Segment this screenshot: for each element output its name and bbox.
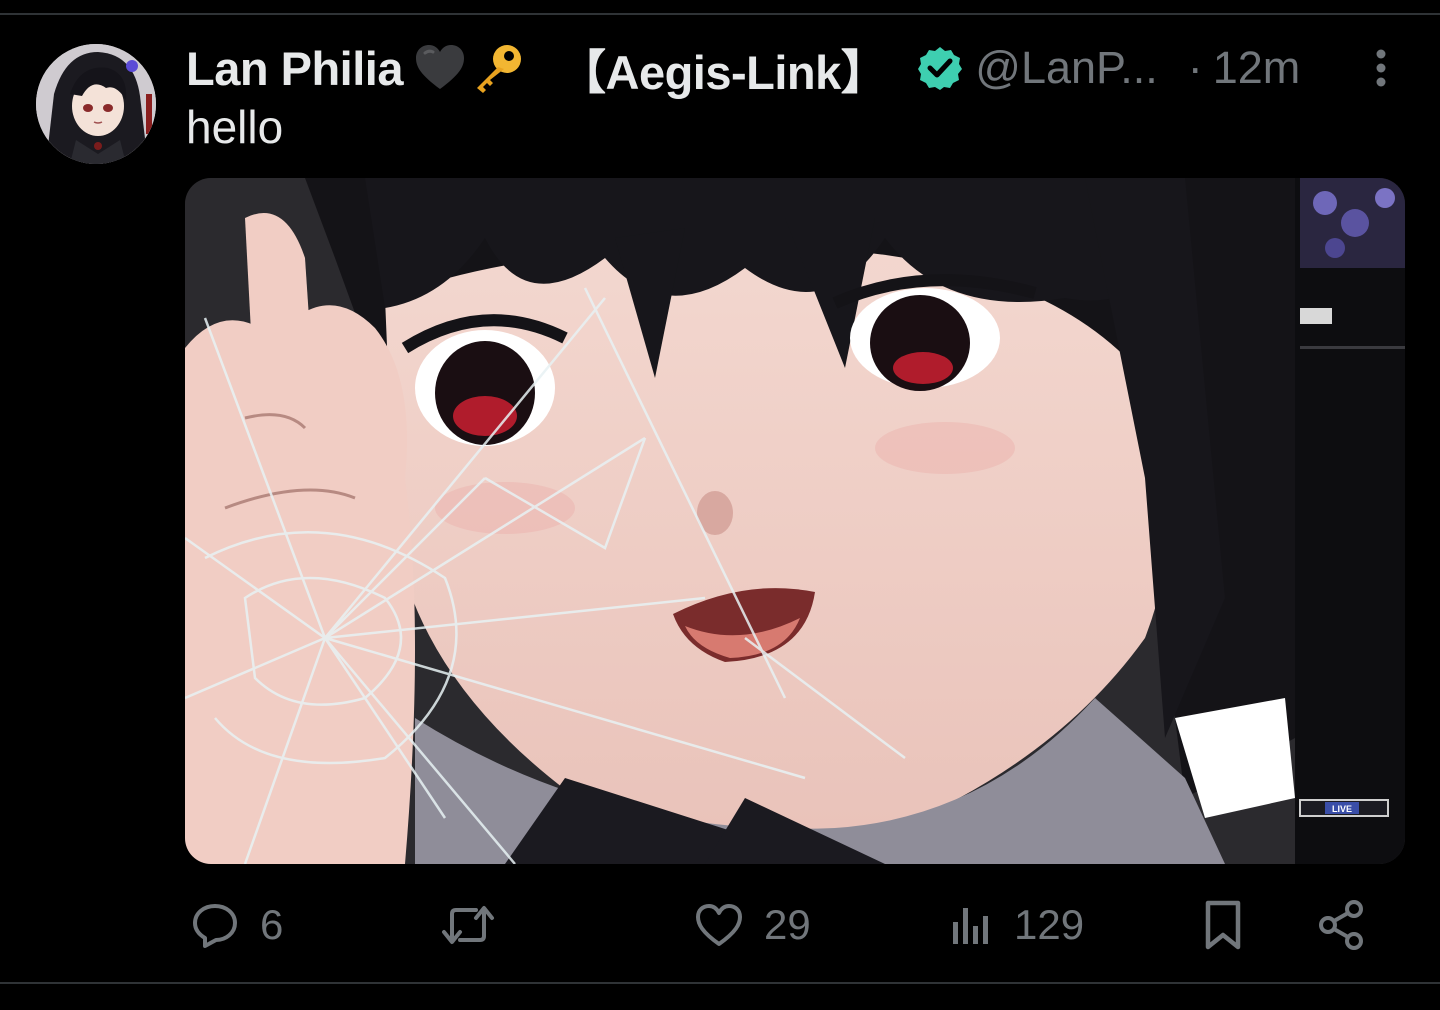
avatar-image [36,44,156,164]
timestamp[interactable]: 12m [1213,42,1301,94]
more-options-icon[interactable] [1364,46,1398,90]
retweet-button[interactable] [440,890,516,960]
live-badge-label: LIVE [1332,804,1352,814]
like-count: 29 [764,901,811,948]
heart-icon [696,904,742,946]
top-divider [0,13,1440,15]
tweet-text: hello [186,101,284,153]
tweet-actions: 6 29 129 [0,890,1440,960]
reply-icon [193,904,237,948]
verified-badge-icon[interactable] [917,45,963,91]
bookmark-button[interactable] [1202,890,1244,960]
author-handle[interactable]: @LanP... [975,42,1157,94]
bottom-divider [0,982,1440,984]
bookmark-icon [1205,900,1241,950]
reply-count: 6 [260,901,284,948]
views-count: 129 [1014,901,1085,948]
black-heart-icon [413,41,467,95]
share-button[interactable] [1318,890,1366,960]
author-affiliation[interactable]: 【Aegis-Link】 [559,34,888,103]
key-icon [471,41,525,95]
share-icon [1319,900,1363,950]
retweet-icon [442,906,494,944]
tweet-media[interactable]: LIVE [185,178,1405,864]
like-button[interactable]: 29 [694,890,811,960]
author-display-name[interactable]: Lan Philia [186,41,404,96]
separator-dot: · [1187,42,1203,93]
anime-girl-broken-glass-image: LIVE [185,178,1405,864]
views-button[interactable]: 129 [948,890,1084,960]
reply-button[interactable]: 6 [190,890,283,960]
avatar[interactable] [36,44,156,164]
views-icon [953,908,988,944]
tweet-header: Lan Philia 【Aegis-Link】 @LanP... · 12m [186,36,1346,100]
